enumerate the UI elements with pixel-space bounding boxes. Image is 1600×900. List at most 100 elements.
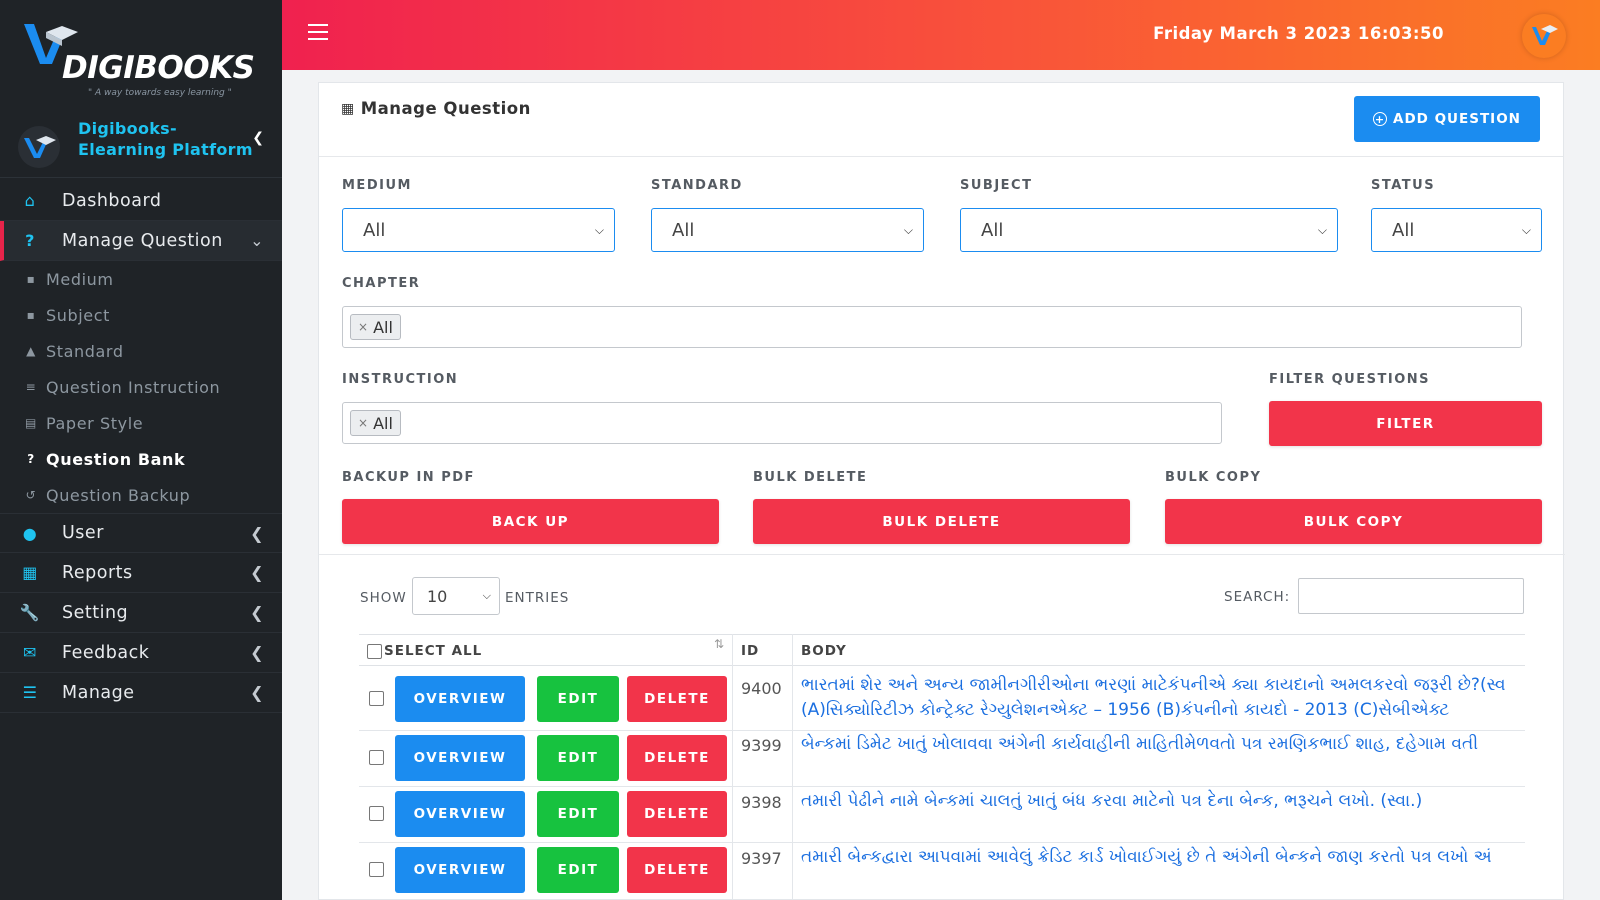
sidebar-item-manage[interactable]: ☰ Manage ❮ [0,673,282,713]
platform-switcher[interactable]: Digibooks- Elearning Platform ❮ [0,112,282,178]
list-icon: ☰ [22,683,38,702]
question-id: 9400 [741,679,782,698]
platform-name-line2: Elearning Platform [78,140,253,159]
sidebar-nav: ⌂ Dashboard ? Manage Question ⌄ ▪ Medium… [0,181,282,713]
overview-button[interactable]: OVERVIEW [395,735,525,781]
overview-button[interactable]: OVERVIEW [395,847,525,893]
status-select[interactable]: All ⌵ [1371,208,1542,252]
entries-select[interactable]: 10 ⌵ [412,577,500,615]
question-body[interactable]: તમારી પેઢીને નામે બેન્કમાં ચાલતું ખાતું … [801,789,1521,814]
remove-tag-icon[interactable]: × [358,320,368,334]
search-label: SEARCH: [1224,589,1291,605]
status-label: STATUS [1371,178,1436,193]
sidebar-subitem-standard[interactable]: ▲ Standard [0,333,282,369]
chevron-down-icon: ⌄ [250,231,264,250]
sidebar-subitem-subject[interactable]: ▪ Subject [0,297,282,333]
chevron-left-icon[interactable]: ❮ [252,130,264,146]
edit-button[interactable]: EDIT [537,791,619,837]
table-icon: ▦ [22,563,38,582]
undo-icon: ↺ [25,488,37,502]
avatar[interactable] [1522,14,1566,58]
remove-tag-icon[interactable]: × [358,416,368,430]
delete-button[interactable]: DELETE [627,676,727,722]
sidebar-subitem-question-instruction[interactable]: ≡ Question Instruction [0,369,282,405]
row-checkbox[interactable] [369,806,384,821]
backup-button[interactable]: BACK UP [342,499,719,544]
sidebar-subitem-label: Medium [46,269,114,289]
id-header[interactable]: ID [741,635,759,667]
chevron-left-icon: ❮ [250,643,264,662]
instruction-tag-label: All [373,413,393,433]
chapter-multiselect[interactable]: × All [342,306,1522,348]
sidebar-item-label: Setting [62,602,129,623]
card-header: ▦ Manage Question + ADD QUESTION [319,83,1563,157]
sidebar-subitem-paper-style[interactable]: ▤ Paper Style [0,405,282,441]
medium-select[interactable]: All ⌵ [342,208,615,252]
medium-label: MEDIUM [342,178,412,193]
row-checkbox[interactable] [369,862,384,877]
standard-select-value: All [672,219,695,241]
question-id: 9398 [741,793,782,812]
sidebar-item-user[interactable]: ● User ❮ [0,513,282,553]
question-body[interactable]: તમારી બેન્કદ્વારા આપવામાં આવેલું ક્રેડિટ… [801,845,1521,870]
platform-logo [18,126,60,168]
body-header[interactable]: BODY [801,635,847,667]
sidebar-subitem-label: Paper Style [46,413,144,433]
plus-circle-icon: + [1373,112,1388,126]
subject-select[interactable]: All ⌵ [960,208,1338,252]
platform-logo-icon [24,136,56,158]
question-id: 9397 [741,849,782,868]
table-row: OVERVIEW EDIT DELETE 9397 તમારી બેન્કદ્વ… [359,844,1525,900]
filter-questions-label: FILTER QUESTIONS [1269,372,1430,387]
sidebar-item-feedback[interactable]: ✉ Feedback ❮ [0,633,282,673]
sidebar-item-setting[interactable]: 🔧 Setting ❮ [0,593,282,633]
question-body[interactable]: બેન્કમાં ડિમેટ ખાતું ખોલાવવા અંગેની કાર્… [801,732,1521,757]
row-checkbox[interactable] [369,691,384,706]
envelope-icon: ✉ [23,643,37,662]
top-navbar: Friday March 3 2023 16:03:50 [282,0,1600,70]
chevron-left-icon: ❮ [250,683,264,702]
brand-logo[interactable]: DIGIBOOKS " A way towards easy learning … [0,0,282,104]
sidebar-subitem-label: Question Instruction [46,377,221,397]
question-body-line: બેન્કમાં ડિમેટ ખાતું ખોલાવવા અંગેની કાર્… [801,734,1479,754]
instruction-multiselect[interactable]: × All [342,402,1222,444]
filter-button[interactable]: FILTER [1269,401,1542,446]
bulk-copy-button[interactable]: BULK COPY [1165,499,1542,544]
sidebar-subitem-label: Question Backup [46,485,191,505]
bulk-delete-button[interactable]: BULK DELETE [753,499,1130,544]
table-row: OVERVIEW EDIT DELETE 9400 ભારતમાં શેર અન… [359,667,1525,731]
chevron-left-icon: ❮ [250,563,264,582]
overview-button[interactable]: OVERVIEW [395,791,525,837]
question-body[interactable]: ભારતમાં શેર અને અન્ય જામીનગીરીઓના ભરણાં … [801,673,1521,723]
sidebar-item-label: Manage [62,682,135,703]
graduation-cap-icon: ▲ [26,344,36,358]
entries-label: ENTRIES [505,590,570,606]
sidebar-subitem-label: Standard [46,341,124,361]
sidebar-subitem-question-bank[interactable]: ? Question Bank [0,441,282,477]
select-all-checkbox[interactable] [367,643,382,659]
table-icon: ▦ [341,100,355,117]
delete-button[interactable]: DELETE [627,735,727,781]
delete-button[interactable]: DELETE [627,791,727,837]
sidebar-subitem-question-backup[interactable]: ↺ Question Backup [0,477,282,513]
edit-button[interactable]: EDIT [537,847,619,893]
sidebar-item-dashboard[interactable]: ⌂ Dashboard [0,181,282,221]
question-body-line: તમારી બેન્કદ્વારા આપવામાં આવેલું ક્રેડિટ… [801,847,1492,867]
overview-button[interactable]: OVERVIEW [395,676,525,722]
row-checkbox[interactable] [369,750,384,765]
question-id: 9399 [741,736,782,755]
hamburger-menu-icon[interactable] [308,24,328,40]
chevron-left-icon: ❮ [250,523,264,543]
edit-button[interactable]: EDIT [537,735,619,781]
sidebar-item-manage-question[interactable]: ? Manage Question ⌄ [0,221,282,261]
search-input[interactable] [1298,578,1524,614]
delete-button[interactable]: DELETE [627,847,727,893]
sidebar-item-reports[interactable]: ▦ Reports ❮ [0,553,282,593]
logo-text: DIGIBOOKS [62,50,255,86]
sidebar-subitem-medium[interactable]: ▪ Medium [0,261,282,297]
standard-select[interactable]: All ⌵ [651,208,924,252]
add-question-button[interactable]: + ADD QUESTION [1354,96,1540,142]
edit-button[interactable]: EDIT [537,676,619,722]
chevron-left-icon: ❮ [250,603,264,622]
sort-icon[interactable]: ⇅ [714,637,724,651]
